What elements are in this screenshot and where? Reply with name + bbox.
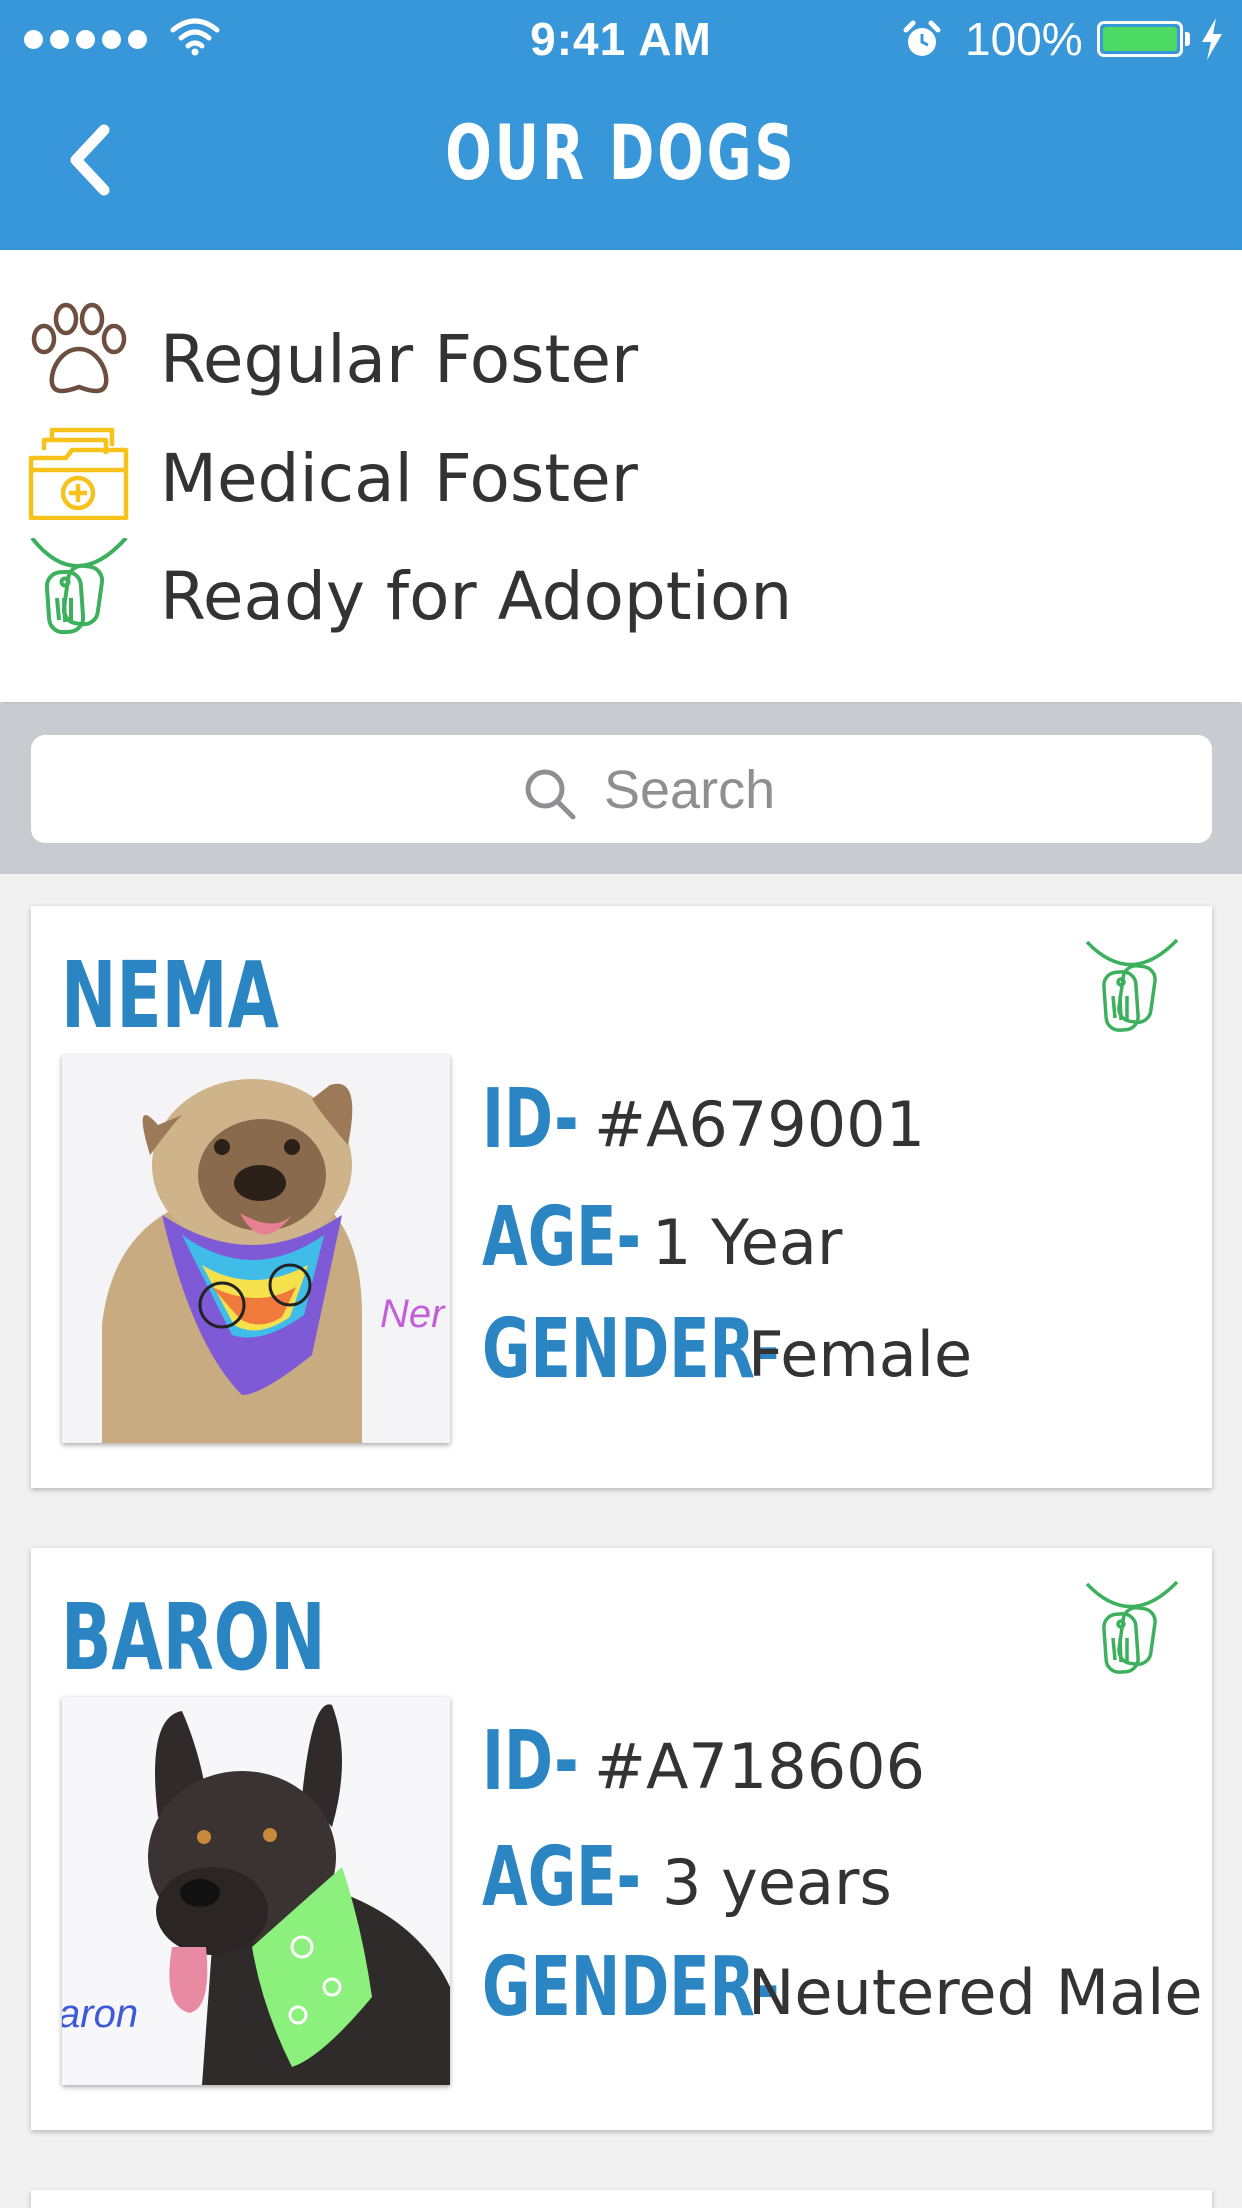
charging-icon xyxy=(1202,18,1222,60)
search-placeholder: Search xyxy=(604,760,776,820)
battery-icon xyxy=(1097,21,1183,57)
dog-id-row: ID- #A718606 xyxy=(482,1714,925,1814)
status-legend: Regular Foster Medical Foster Ready for … xyxy=(0,250,1242,702)
dog-age-row: AGE- 1 Year xyxy=(482,1190,842,1290)
id-label: ID- xyxy=(482,1714,579,1809)
back-chevron-icon[interactable] xyxy=(60,120,130,200)
gender-value: Neutered Male xyxy=(748,1956,1203,2029)
dog-age-row: AGE- 3 years xyxy=(482,1830,892,1930)
dog-tag-icon xyxy=(1085,1580,1179,1674)
paw-icon xyxy=(31,302,127,394)
dog-card[interactable]: BARON aron ID- #A718606 AGE- 3 years GEN… xyxy=(31,1548,1212,2130)
age-value: 3 years xyxy=(662,1846,892,1919)
dog-photo[interactable]: aron xyxy=(62,1697,450,2085)
legend-label: Medical Foster xyxy=(160,440,638,517)
gender-label: GENDER- xyxy=(482,1940,780,2035)
medical-folder-icon xyxy=(28,427,129,520)
dog-card[interactable]: NEMA Ner ID- #A679001 AGE- 1 Year GENDER… xyxy=(31,906,1212,1488)
photo-caption: aron xyxy=(62,1992,138,2036)
status-bar: 9:41 AM 100% xyxy=(0,0,1242,78)
dog-id-row: ID- #A679001 xyxy=(482,1072,925,1172)
gender-label: GENDER- xyxy=(482,1302,780,1397)
gender-value: Female xyxy=(748,1318,973,1391)
dog-tag-icon xyxy=(30,538,128,635)
legend-item-ready-for-adoption: Ready for Adoption xyxy=(0,528,1242,638)
dog-photo[interactable]: Ner xyxy=(62,1055,450,1443)
top-bar: 9:41 AM 100% OUR DOGS xyxy=(0,0,1242,250)
age-value: 1 Year xyxy=(652,1206,843,1279)
page-title: OUR DOGS xyxy=(445,108,797,197)
dog-gender-row: GENDER- Female xyxy=(482,1302,972,1402)
id-label: ID- xyxy=(482,1072,579,1167)
dog-tag-icon xyxy=(1085,938,1179,1032)
legend-item-medical-foster: Medical Foster xyxy=(0,410,1242,520)
battery-percentage: 100% xyxy=(965,13,1083,65)
dog-name: BARON xyxy=(61,1584,326,1691)
battery-tip xyxy=(1185,32,1190,46)
photo-caption: Ner xyxy=(380,1292,446,1336)
age-label: AGE- xyxy=(482,1190,641,1285)
id-value: #A718606 xyxy=(594,1730,926,1803)
dog-gender-row: GENDER- Neutered Male xyxy=(482,1940,1202,2040)
search-input[interactable]: Search xyxy=(31,735,1212,843)
legend-label: Regular Foster xyxy=(160,321,639,398)
age-label: AGE- xyxy=(482,1830,641,1925)
legend-item-regular-foster: Regular Foster xyxy=(0,291,1242,401)
legend-label: Ready for Adoption xyxy=(160,558,793,635)
search-bar-container: Search xyxy=(0,704,1242,874)
dog-card[interactable] xyxy=(31,2190,1212,2208)
search-icon xyxy=(525,769,576,820)
id-value: #A679001 xyxy=(594,1088,926,1161)
alarm-icon xyxy=(903,20,941,56)
dog-name: NEMA xyxy=(61,942,279,1049)
